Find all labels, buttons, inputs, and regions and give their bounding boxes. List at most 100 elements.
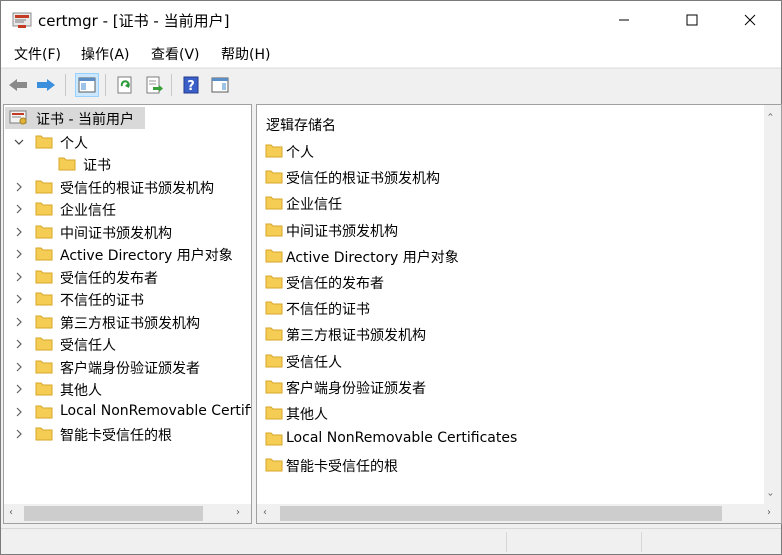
list-item[interactable]: Local NonRemovable Certificates [257, 428, 757, 450]
tree-item[interactable]: 不信任的证书 [4, 288, 251, 310]
folder-icon [35, 180, 53, 193]
toolbar: ? [1, 68, 781, 100]
chevron-right-icon[interactable] [14, 384, 24, 394]
refresh-button[interactable] [113, 73, 137, 97]
list-item-label: Active Directory 用户对象 [286, 249, 459, 266]
tree-item-label: 智能卡受信任的根 [60, 428, 172, 444]
chevron-right-icon[interactable] [14, 407, 24, 417]
folder-icon [265, 327, 283, 341]
chevron-right-icon[interactable] [14, 362, 24, 372]
tree-item[interactable]: 第三方根证书颁发机构 [4, 311, 251, 333]
tree-item[interactable]: 其他人 [4, 378, 251, 400]
chevron-right-icon[interactable] [14, 317, 24, 327]
chevron-right-icon[interactable] [14, 249, 24, 259]
folder-icon [265, 301, 283, 315]
list-vertical-scrollbar[interactable]: ‹ › [764, 105, 781, 506]
folder-icon [35, 337, 53, 351]
chevron-right-icon[interactable] [14, 339, 24, 349]
list-item[interactable]: 受信任人 [257, 350, 757, 372]
list-item[interactable]: Active Directory 用户对象 [257, 245, 757, 267]
toolbar-separator [65, 74, 66, 96]
list-item[interactable]: 智能卡受信任的根 [257, 454, 757, 476]
folder-icon [35, 135, 53, 149]
list-horizontal-scrollbar[interactable]: ‹ › [257, 504, 781, 523]
folder-icon [265, 406, 283, 420]
scroll-left-icon[interactable]: ‹ [9, 507, 13, 518]
list-item[interactable]: 其他人 [257, 402, 757, 424]
help-icon: ? [183, 76, 199, 94]
column-header-logical-store-name[interactable]: 逻辑存储名 [266, 115, 336, 135]
tree-item-label: Active Directory 用户对象 [60, 248, 233, 264]
menu-view[interactable]: 查看(V) [151, 44, 200, 64]
show-hide-action-pane-button[interactable] [208, 73, 232, 97]
menu-bar: 文件(F) 操作(A) 查看(V) 帮助(H) [1, 39, 781, 67]
tree-item[interactable]: 中间证书颁发机构 [4, 221, 251, 243]
chevron-right-icon[interactable] [14, 272, 24, 282]
menu-action[interactable]: 操作(A) [81, 44, 130, 64]
list-item[interactable]: 不信任的证书 [257, 297, 757, 319]
minimize-button[interactable] [601, 1, 647, 39]
title-bar[interactable]: certmgr - [证书 - 当前用户] [1, 1, 781, 39]
chevron-right-icon[interactable] [14, 204, 24, 214]
maximize-button[interactable] [669, 1, 715, 39]
folder-icon [265, 144, 283, 158]
tree-item[interactable]: 受信任的发布者 [4, 266, 251, 288]
list-item-label: 不信任的证书 [286, 302, 370, 319]
tree-item[interactable]: 企业信任 [4, 198, 251, 220]
forward-button[interactable] [34, 73, 58, 97]
tree-item-label: 受信任的发布者 [60, 270, 158, 287]
list-item-label: 其他人 [286, 407, 328, 423]
tree-horizontal-scrollbar[interactable]: ‹ › [4, 504, 251, 523]
list-item-label: 受信任的根证书颁发机构 [286, 171, 440, 188]
tree-item[interactable]: Local NonRemovable Certifi [4, 401, 251, 423]
tree-item[interactable]: 受信任的根证书颁发机构 [4, 176, 251, 198]
list-item[interactable]: 受信任的根证书颁发机构 [257, 166, 757, 188]
store-list[interactable]: 逻辑存储名 个人受信任的根证书颁发机构 企业信任中间证书颁发机构 Active Di… [256, 104, 782, 524]
folder-icon [35, 360, 53, 373]
tree-item[interactable]: 个人 [4, 131, 251, 153]
tree-root[interactable]: 证书 - 当前用户 [4, 107, 251, 129]
chevron-right-icon[interactable] [14, 429, 24, 439]
chevron-down-icon[interactable] [14, 137, 24, 147]
scrollbar-thumb[interactable] [24, 506, 203, 521]
scroll-right-icon[interactable]: › [767, 507, 771, 518]
scroll-right-icon[interactable]: › [236, 507, 240, 518]
console-tree[interactable]: 证书 - 当前用户 个人 证书 受信任的根证书颁发机构 企业信任 中间证书颁发机构 A… [3, 104, 252, 524]
tree-item[interactable]: Active Directory 用户对象 [4, 243, 251, 265]
folder-icon [265, 170, 283, 184]
folder-icon [265, 223, 283, 237]
close-button[interactable] [727, 1, 773, 39]
export-list-button[interactable] [142, 73, 166, 97]
tree-item-label: 其他人 [60, 383, 102, 399]
menu-help[interactable]: 帮助(H) [221, 44, 270, 64]
folder-icon [35, 315, 53, 328]
tree-item[interactable]: 客户端身份验证颁发者 [4, 356, 251, 378]
scroll-down-icon[interactable]: › [765, 493, 776, 497]
folder-icon [35, 270, 53, 283]
list-item[interactable]: 第三方根证书颁发机构 [257, 323, 757, 345]
tree-item[interactable]: 受信任人 [4, 333, 251, 355]
tree-item[interactable]: 证书 [4, 153, 251, 175]
tree-item[interactable]: 智能卡受信任的根 [4, 423, 251, 445]
close-icon [744, 14, 756, 26]
scrollbar-thumb[interactable] [280, 506, 722, 521]
menu-file[interactable]: 文件(F) [14, 44, 61, 64]
back-arrow-icon [9, 79, 27, 91]
back-button[interactable] [6, 73, 30, 97]
show-hide-console-tree-button[interactable] [75, 73, 99, 97]
chevron-right-icon[interactable] [14, 294, 24, 304]
scroll-left-icon[interactable]: ‹ [263, 507, 267, 518]
chevron-right-icon[interactable] [14, 227, 24, 237]
list-item[interactable]: 个人 [257, 140, 757, 162]
list-item[interactable]: 受信任的发布者 [257, 271, 757, 293]
list-item-label: 企业信任 [286, 197, 342, 214]
forward-arrow-icon [37, 79, 55, 91]
tree-item-label: 客户端身份验证颁发者 [60, 360, 200, 377]
scroll-up-icon[interactable]: ‹ [765, 113, 776, 117]
help-button[interactable]: ? [179, 73, 203, 97]
list-item[interactable]: 客户端身份验证颁发者 [257, 376, 757, 398]
list-item[interactable]: 中间证书颁发机构 [257, 219, 757, 241]
chevron-right-icon[interactable] [14, 182, 24, 192]
folder-icon [265, 354, 283, 368]
list-item[interactable]: 企业信任 [257, 192, 757, 214]
